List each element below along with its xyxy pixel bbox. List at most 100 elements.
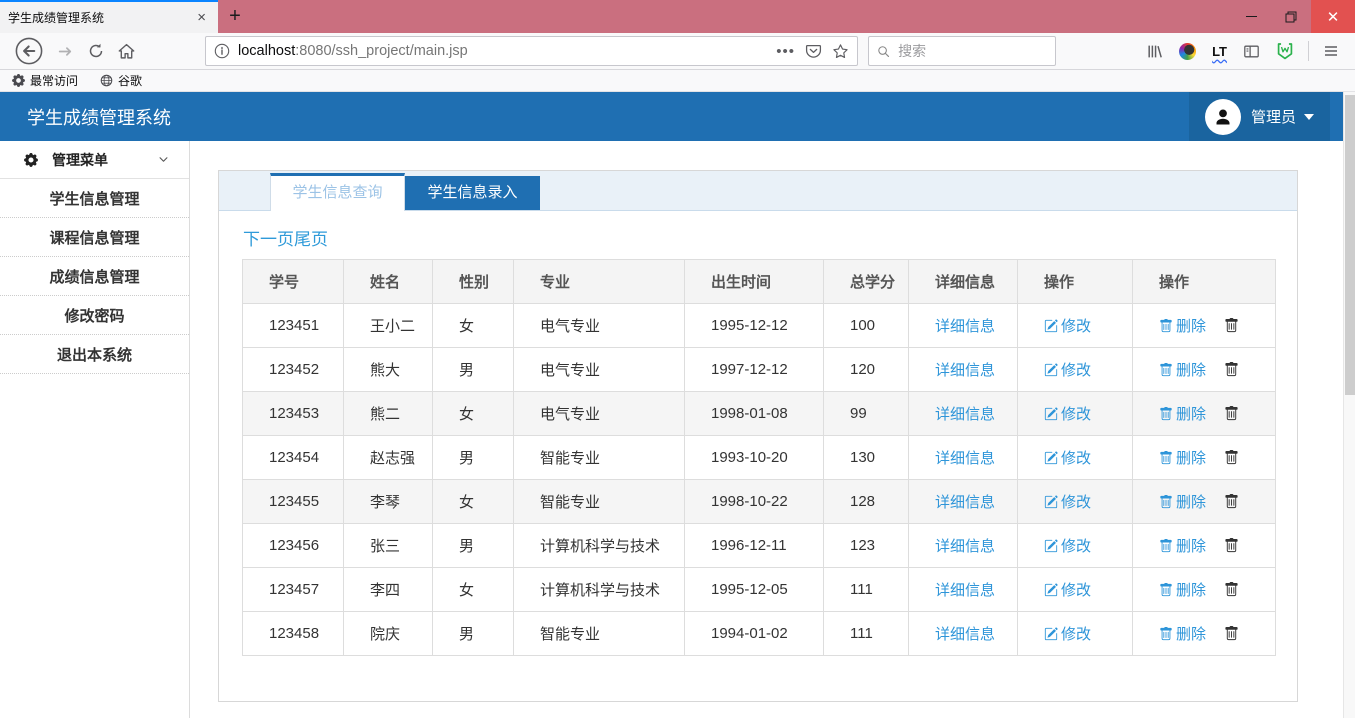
sidebar-item-logout[interactable]: 退出本系统 <box>0 335 189 374</box>
cell-birthdate: 1997-12-12 <box>685 348 824 392</box>
last-page-link[interactable]: 尾页 <box>294 230 328 249</box>
sidebar-item-grade-info[interactable]: 成绩信息管理 <box>0 257 189 296</box>
back-button[interactable] <box>15 37 43 65</box>
trash-icon-button[interactable] <box>1224 362 1239 377</box>
sidebar: 管理菜单 学生信息管理 课程信息管理 成绩信息管理 修改密码 退出本系统 <box>0 141 190 718</box>
detail-link[interactable]: 详细信息 <box>935 623 995 644</box>
cell-student-id: 123455 <box>243 480 344 524</box>
cell-name: 王小二 <box>344 304 433 348</box>
detail-link[interactable]: 详细信息 <box>935 359 995 380</box>
detail-link[interactable]: 详细信息 <box>935 403 995 424</box>
user-icon <box>1213 107 1233 127</box>
delete-link[interactable]: 删除 <box>1159 491 1206 512</box>
pocket-icon[interactable] <box>805 43 822 60</box>
cell-detail: 详细信息 <box>909 392 1018 436</box>
admin-dropdown[interactable]: 管理员 <box>1189 92 1330 141</box>
next-page-link[interactable]: 下一页 <box>243 230 294 249</box>
sidebar-item-course-info[interactable]: 课程信息管理 <box>0 218 189 257</box>
trash-icon-button[interactable] <box>1224 406 1239 421</box>
trash-icon-button[interactable] <box>1224 626 1239 641</box>
cell-name: 熊大 <box>344 348 433 392</box>
sidebar-toggle-button[interactable] <box>1243 43 1260 60</box>
home-button[interactable] <box>118 43 135 60</box>
tab-student-entry[interactable]: 学生信息录入 <box>405 176 540 210</box>
trash-icon-button[interactable] <box>1224 450 1239 465</box>
edit-link[interactable]: 修改 <box>1044 359 1091 380</box>
student-table-body: 123451 王小二 女 电气专业 1995-12-12 100 详细信息 修改… <box>243 304 1276 656</box>
sidebar-toggle-icon <box>1243 43 1260 60</box>
delete-link[interactable]: 删除 <box>1159 359 1206 380</box>
bookmarks-bar: 最常访问 谷歌 <box>0 70 1355 92</box>
edit-link[interactable]: 修改 <box>1044 447 1091 468</box>
delete-link[interactable]: 删除 <box>1159 447 1206 468</box>
table-row: 123451 王小二 女 电气专业 1995-12-12 100 详细信息 修改… <box>243 304 1276 348</box>
cell-gender: 女 <box>433 568 514 612</box>
bookmark-star-icon[interactable] <box>832 43 849 60</box>
delete-link[interactable]: 删除 <box>1159 535 1206 556</box>
sidebar-item-student-info[interactable]: 学生信息管理 <box>0 179 189 218</box>
cell-gender: 女 <box>433 304 514 348</box>
sidebar-item-change-password[interactable]: 修改密码 <box>0 296 189 335</box>
cell-detail: 详细信息 <box>909 568 1018 612</box>
sidebar-menu-header[interactable]: 管理菜单 <box>0 141 189 179</box>
edit-link[interactable]: 修改 <box>1044 315 1091 336</box>
restore-button[interactable] <box>1271 0 1311 33</box>
trash-icon-button[interactable] <box>1224 538 1239 553</box>
cell-name: 熊二 <box>344 392 433 436</box>
scrollbar-thumb[interactable] <box>1345 95 1355 395</box>
extension-green-button[interactable] <box>1276 42 1294 60</box>
cell-name: 院庆 <box>344 612 433 656</box>
minimize-button[interactable] <box>1231 0 1271 33</box>
page-actions-icon[interactable]: ••• <box>776 43 795 60</box>
cell-gender: 女 <box>433 392 514 436</box>
url-bar[interactable]: localhost:8080/ssh_project/main.jsp ••• <box>205 36 858 66</box>
table-header-row: 学号 姓名 性别 专业 出生时间 总学分 详细信息 操作 操作 <box>243 260 1276 304</box>
browser-tab[interactable]: 学生成绩管理系统 × <box>0 0 218 33</box>
table-row: 123453 熊二 女 电气专业 1998-01-08 99 详细信息 修改 删… <box>243 392 1276 436</box>
search-input[interactable] <box>898 43 1047 59</box>
cell-birthdate: 1995-12-12 <box>685 304 824 348</box>
detail-link[interactable]: 详细信息 <box>935 315 995 336</box>
edit-link[interactable]: 修改 <box>1044 535 1091 556</box>
gear-icon <box>12 74 25 87</box>
app-header: 学生成绩管理系统 管理员 <box>0 92 1355 141</box>
edit-link[interactable]: 修改 <box>1044 403 1091 424</box>
cell-name: 赵志强 <box>344 436 433 480</box>
close-button[interactable]: ✕ <box>1311 0 1355 33</box>
search-box[interactable] <box>868 36 1056 66</box>
tab-close-icon[interactable]: × <box>193 9 210 26</box>
trash-icon <box>1159 539 1173 553</box>
site-info-icon[interactable] <box>214 43 230 59</box>
detail-link[interactable]: 详细信息 <box>935 535 995 556</box>
edit-icon <box>1044 495 1058 509</box>
url-text[interactable]: localhost:8080/ssh_project/main.jsp <box>238 43 770 59</box>
trash-icon-button[interactable] <box>1224 582 1239 597</box>
trash-icon-button[interactable] <box>1224 494 1239 509</box>
extension-green-icon <box>1276 42 1294 60</box>
detail-link[interactable]: 详细信息 <box>935 447 995 468</box>
new-tab-button[interactable]: + <box>218 0 252 33</box>
bookmark-google[interactable]: 谷歌 <box>100 72 142 89</box>
menu-button[interactable] <box>1323 43 1339 59</box>
edit-link[interactable]: 修改 <box>1044 491 1091 512</box>
library-button[interactable] <box>1146 43 1163 60</box>
delete-link[interactable]: 删除 <box>1159 315 1206 336</box>
reload-button[interactable] <box>88 43 104 59</box>
detail-link[interactable]: 详细信息 <box>935 579 995 600</box>
page-scrollbar[interactable] <box>1343 92 1355 718</box>
extension-lens-button[interactable] <box>1179 43 1196 60</box>
cell-edit: 修改 <box>1018 304 1133 348</box>
delete-link[interactable]: 删除 <box>1159 623 1206 644</box>
languagetool-button[interactable]: LT <box>1212 44 1227 59</box>
forward-button[interactable] <box>57 43 74 60</box>
edit-link[interactable]: 修改 <box>1044 579 1091 600</box>
trash-icon-button[interactable] <box>1224 318 1239 333</box>
cell-credits: 130 <box>824 436 909 480</box>
detail-link[interactable]: 详细信息 <box>935 491 995 512</box>
tab-student-query[interactable]: 学生信息查询 <box>270 173 405 211</box>
delete-link[interactable]: 删除 <box>1159 579 1206 600</box>
bookmark-most-visited[interactable]: 最常访问 <box>12 72 78 89</box>
edit-link[interactable]: 修改 <box>1044 623 1091 644</box>
delete-link[interactable]: 删除 <box>1159 403 1206 424</box>
column-header-delete-op: 操作 <box>1133 260 1276 304</box>
